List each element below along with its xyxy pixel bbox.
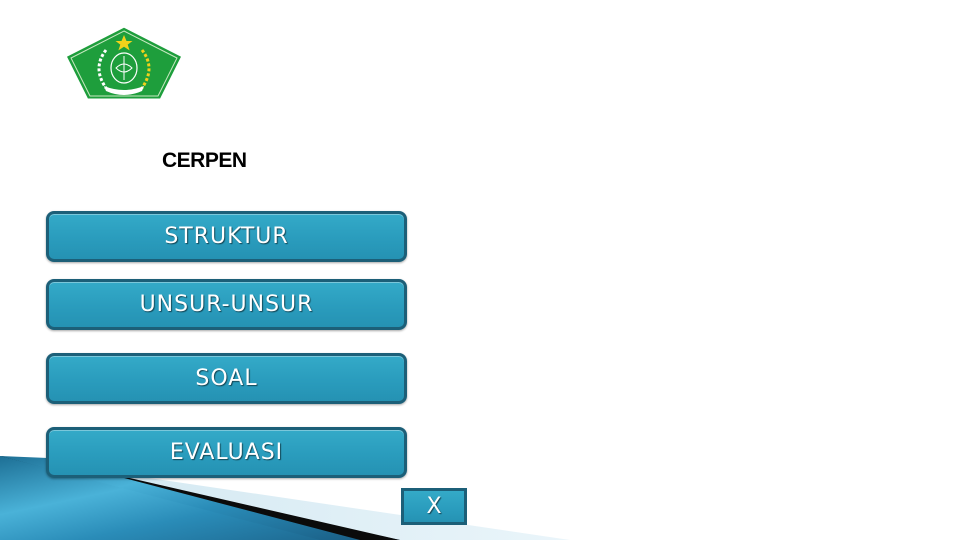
kementerian-agama-emblem-icon xyxy=(62,24,186,102)
menu-button-label: EVALUASI xyxy=(169,440,284,465)
close-button[interactable]: X xyxy=(401,488,467,525)
menu-button-label: UNSUR-UNSUR xyxy=(139,292,314,317)
menu-button-soal[interactable]: SOAL xyxy=(46,353,407,404)
menu-button-label: SOAL xyxy=(195,366,258,391)
menu-button-struktur[interactable]: STRUKTUR xyxy=(46,211,407,262)
menu-button-evaluasi[interactable]: EVALUASI xyxy=(46,427,407,478)
menu-button-label: STRUKTUR xyxy=(164,224,289,249)
menu-button-unsur-unsur[interactable]: UNSUR-UNSUR xyxy=(46,279,407,330)
logo xyxy=(62,24,186,102)
page-title: CERPEN xyxy=(162,149,247,172)
close-icon: X xyxy=(426,494,442,519)
